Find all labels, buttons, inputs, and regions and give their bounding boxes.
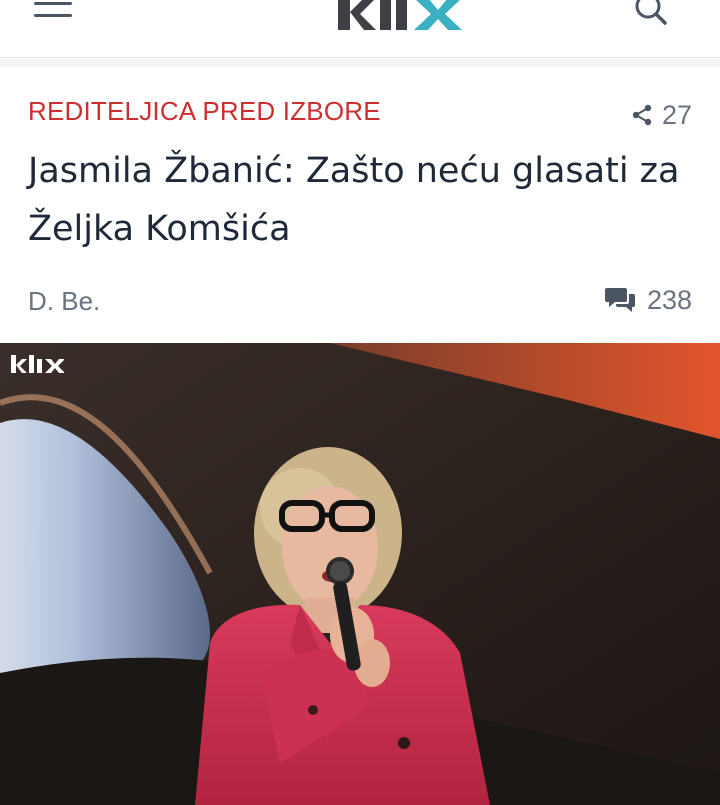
share-icon	[632, 104, 652, 126]
klix-logo-icon	[338, 0, 462, 30]
search-icon[interactable]	[632, 0, 668, 28]
site-logo[interactable]	[334, 0, 474, 36]
comments-icon	[604, 288, 635, 312]
photo-woman-speaking-microphone	[0, 343, 720, 805]
hamburger-menu-icon[interactable]	[34, 2, 74, 22]
share-button[interactable]: 27	[630, 100, 692, 130]
article-title[interactable]: Jasmila Žbanić: Zašto neću glasati za Že…	[28, 142, 692, 258]
article-author[interactable]: D. Be.	[28, 286, 100, 317]
article-hero-image[interactable]	[0, 343, 720, 805]
share-count: 27	[661, 99, 692, 130]
comment-count: 238	[646, 284, 692, 315]
klix-watermark-icon	[11, 355, 64, 373]
article-kicker: REDITELJICA PRED IZBORE	[28, 96, 381, 126]
comments-button[interactable]: 238	[604, 284, 692, 316]
header-divider	[0, 59, 720, 67]
top-bar	[0, 0, 720, 58]
